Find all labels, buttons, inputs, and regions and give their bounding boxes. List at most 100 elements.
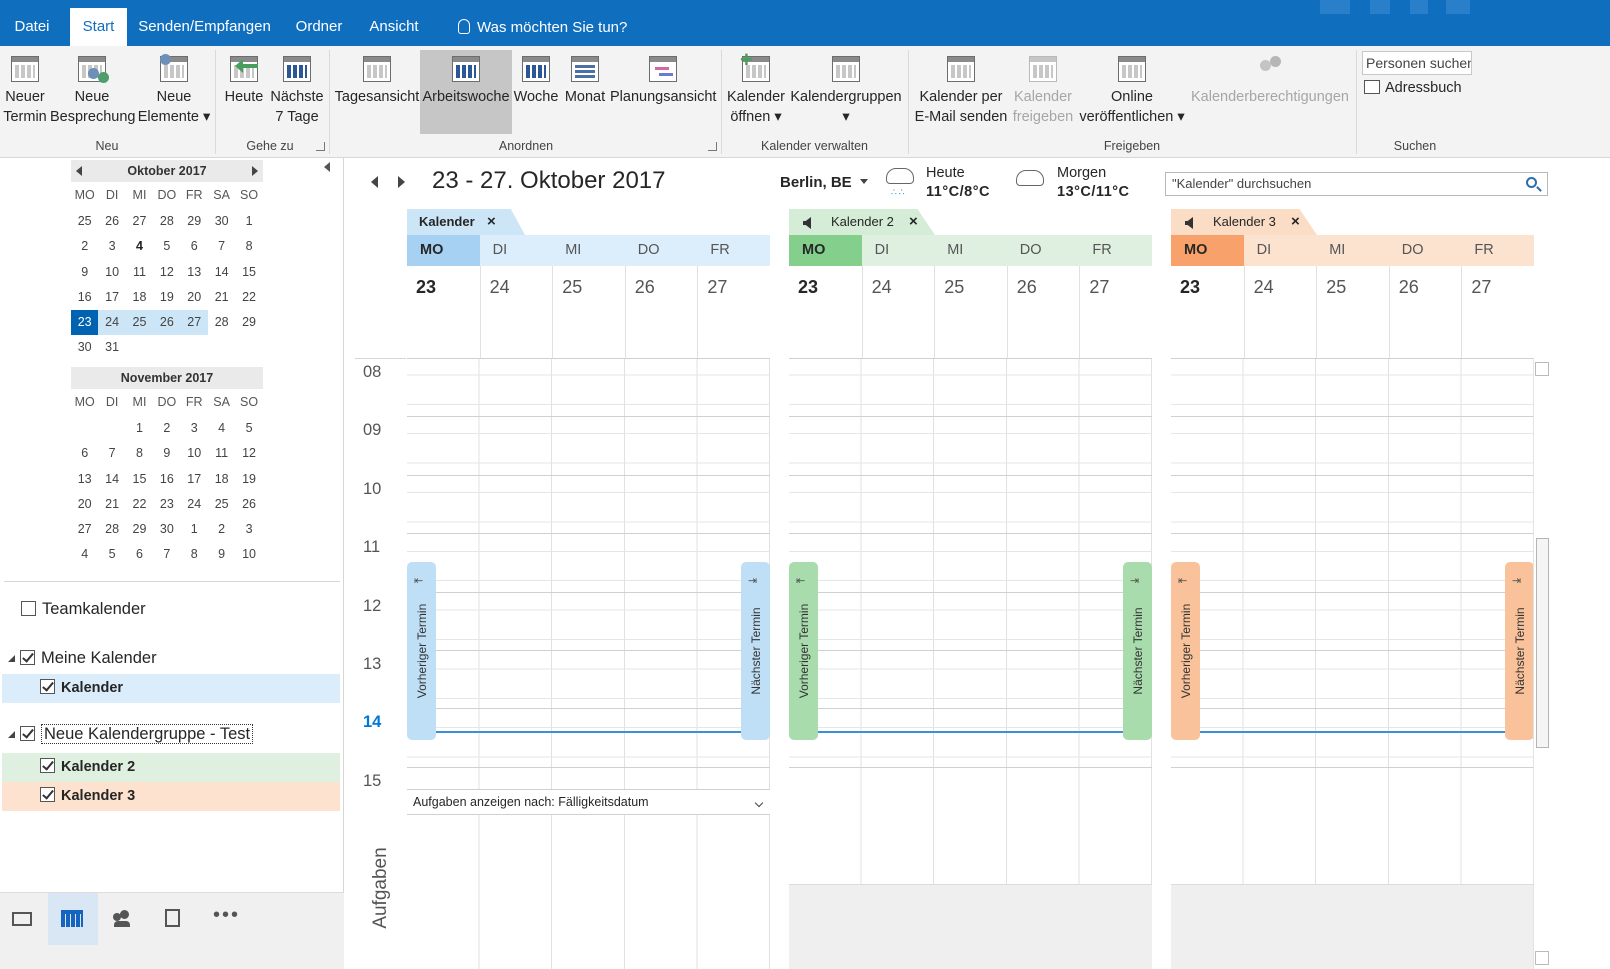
day-number[interactable]: 24 — [479, 266, 553, 358]
day-number[interactable]: 26 — [624, 266, 698, 358]
day-header[interactable]: MO — [407, 235, 480, 266]
mini-calendar-day[interactable]: 30 — [208, 209, 235, 234]
tab-ansicht[interactable]: Ansicht — [360, 8, 428, 46]
collapse-pane-icon[interactable] — [324, 162, 330, 172]
mini-calendar-day[interactable]: 8 — [235, 234, 262, 259]
day-header[interactable]: MO — [789, 235, 862, 266]
day-number[interactable]: 25 — [1316, 266, 1389, 358]
mini-calendar-day[interactable]: 12 — [153, 260, 180, 285]
calendar-item-kalender[interactable]: Kalender — [2, 674, 340, 703]
mini-calendar-day[interactable]: 15 — [126, 467, 153, 492]
mini-calendar-day[interactable]: 17 — [98, 285, 125, 310]
mini-calendar-day[interactable]: 20 — [181, 285, 208, 310]
people-nav-button[interactable] — [98, 893, 148, 945]
mini-calendar-day[interactable]: 26 — [98, 209, 125, 234]
mini-calendar-day[interactable]: 28 — [153, 209, 180, 234]
mini-calendar-day[interactable]: 7 — [153, 542, 180, 567]
calendar-nav-button[interactable] — [48, 893, 98, 945]
calendar-item-kalender-3[interactable]: Kalender 3 — [2, 782, 340, 811]
mini-calendar-day[interactable]: 2 — [71, 234, 98, 259]
next-week-icon[interactable] — [398, 176, 405, 188]
day-header[interactable]: DO — [625, 235, 698, 266]
today-button[interactable]: Heute — [220, 50, 268, 134]
new-appointment-button[interactable]: Neuer Termin — [2, 50, 48, 134]
mini-calendar-day[interactable]: 28 — [208, 310, 235, 335]
checkbox[interactable] — [40, 758, 55, 773]
checkbox[interactable] — [20, 726, 35, 741]
day-header[interactable]: DI — [1244, 235, 1317, 266]
more-nav-button[interactable]: ••• — [200, 893, 250, 945]
mini-calendar-day[interactable]: 9 — [208, 542, 235, 567]
address-book-button[interactable]: Adressbuch — [1364, 78, 1462, 98]
mini-calendar-day[interactable]: 6 — [126, 542, 153, 567]
day-header[interactable]: MI — [1316, 235, 1389, 266]
expand-icon[interactable] — [8, 731, 15, 738]
day-header[interactable]: MI — [552, 235, 625, 266]
mini-calendar-day[interactable]: 1 — [126, 416, 153, 441]
mini-calendar-day[interactable]: 1 — [235, 209, 262, 234]
month-view-button[interactable]: Monat — [562, 50, 608, 134]
mini-calendar-day[interactable]: 24 — [181, 492, 208, 517]
next-7-days-button[interactable]: Nächste 7 Tage — [268, 50, 326, 134]
mini-calendar-day[interactable]: 25 — [71, 209, 98, 234]
next-appointment-button[interactable]: ⇥ Nächster Termin — [1123, 562, 1152, 740]
day-header[interactable]: DO — [1389, 235, 1462, 266]
mini-calendar-day[interactable]: 17 — [181, 467, 208, 492]
mini-calendar-day[interactable]: 26 — [153, 310, 181, 336]
open-calendar-dropdown[interactable]: + Kalender öffnen ▾ — [725, 49, 787, 134]
mini-calendar-day[interactable]: 12 — [235, 441, 262, 466]
day-header[interactable]: MO — [1171, 235, 1244, 266]
day-number[interactable]: 27 — [1461, 266, 1534, 358]
mini-calendar-day[interactable]: 23 — [153, 492, 180, 517]
day-number[interactable]: 27 — [697, 266, 770, 358]
previous-appointment-button[interactable]: ⇤ Vorheriger Termin — [789, 562, 818, 740]
mini-calendar-day[interactable]: 10 — [181, 441, 208, 466]
mini-calendar-day[interactable]: 5 — [235, 416, 262, 441]
mini-calendar-day[interactable]: 6 — [71, 441, 98, 466]
mini-calendar-day[interactable]: 9 — [71, 260, 98, 285]
mini-calendar-day[interactable]: 5 — [153, 234, 180, 259]
new-items-dropdown[interactable]: Neue Elemente ▾ — [136, 50, 212, 134]
mini-calendar-day[interactable]: 30 — [153, 517, 180, 542]
search-people-input[interactable]: Personen suchen — [1362, 51, 1472, 75]
previous-appointment-button[interactable]: ⇤ Vorheriger Termin — [407, 562, 436, 740]
mini-calendar-day[interactable]: 28 — [98, 517, 125, 542]
tab-senden-empfangen[interactable]: Senden/Empfangen — [133, 8, 276, 46]
tell-me-search[interactable]: Was möchten Sie tun? — [458, 8, 627, 46]
mini-calendar-day[interactable]: 29 — [181, 209, 208, 234]
tab-datei[interactable]: Datei — [0, 8, 64, 46]
day-number[interactable]: 23 — [1171, 266, 1244, 358]
calendar-groups-dropdown[interactable]: Kalendergruppen ▾ — [788, 50, 904, 134]
mini-calendar-day[interactable]: 18 — [208, 467, 235, 492]
mini-calendar-day[interactable]: 4 — [71, 542, 98, 567]
calendar-tab[interactable]: Kalender 2 × — [789, 209, 935, 235]
mini-calendar-day[interactable]: 14 — [208, 260, 235, 285]
mini-calendar-day[interactable]: 25 — [208, 492, 235, 517]
checkbox[interactable] — [20, 650, 35, 665]
mini-calendar-day[interactable]: 25 — [125, 310, 154, 336]
day-number[interactable]: 27 — [1079, 266, 1152, 358]
calendar-tab[interactable]: Kalender 3 × — [1171, 209, 1317, 235]
mini-calendar-day[interactable]: 6 — [181, 234, 208, 259]
mini-calendar-day[interactable]: 27 — [71, 517, 98, 542]
calendar-search-input[interactable]: "Kalender" durchsuchen — [1165, 172, 1548, 196]
email-calendar-button[interactable]: Kalender per E-Mail senden — [912, 50, 1010, 134]
previous-appointment-button[interactable]: ⇤ Vorheriger Termin — [1171, 562, 1200, 740]
day-number[interactable]: 25 — [934, 266, 1007, 358]
day-number[interactable]: 24 — [861, 266, 935, 358]
time-grid[interactable]: ⇤ Vorheriger Termin ⇥ Nächster Termin — [789, 358, 1152, 789]
mini-calendar-day[interactable]: 4 — [126, 234, 153, 259]
mini-calendar-day[interactable]: 20 — [71, 492, 98, 517]
mini-calendar-day[interactable]: 15 — [235, 260, 262, 285]
week-view-button[interactable]: Woche — [512, 50, 560, 134]
mini-calendar-day[interactable]: 22 — [126, 492, 153, 517]
day-header[interactable]: FR — [697, 235, 770, 266]
next-appointment-button[interactable]: ⇥ Nächster Termin — [741, 562, 770, 740]
mini-calendar-day[interactable]: 18 — [126, 285, 153, 310]
folder-group-meine-kalender[interactable]: Meine Kalender — [8, 649, 157, 668]
mini-calendar-day[interactable]: 24 — [98, 310, 126, 336]
mini-calendar-day[interactable]: 31 — [98, 335, 125, 360]
close-icon[interactable]: × — [909, 209, 918, 235]
vertical-scrollbar[interactable] — [1533, 358, 1550, 969]
tab-ordner[interactable]: Ordner — [287, 8, 351, 46]
